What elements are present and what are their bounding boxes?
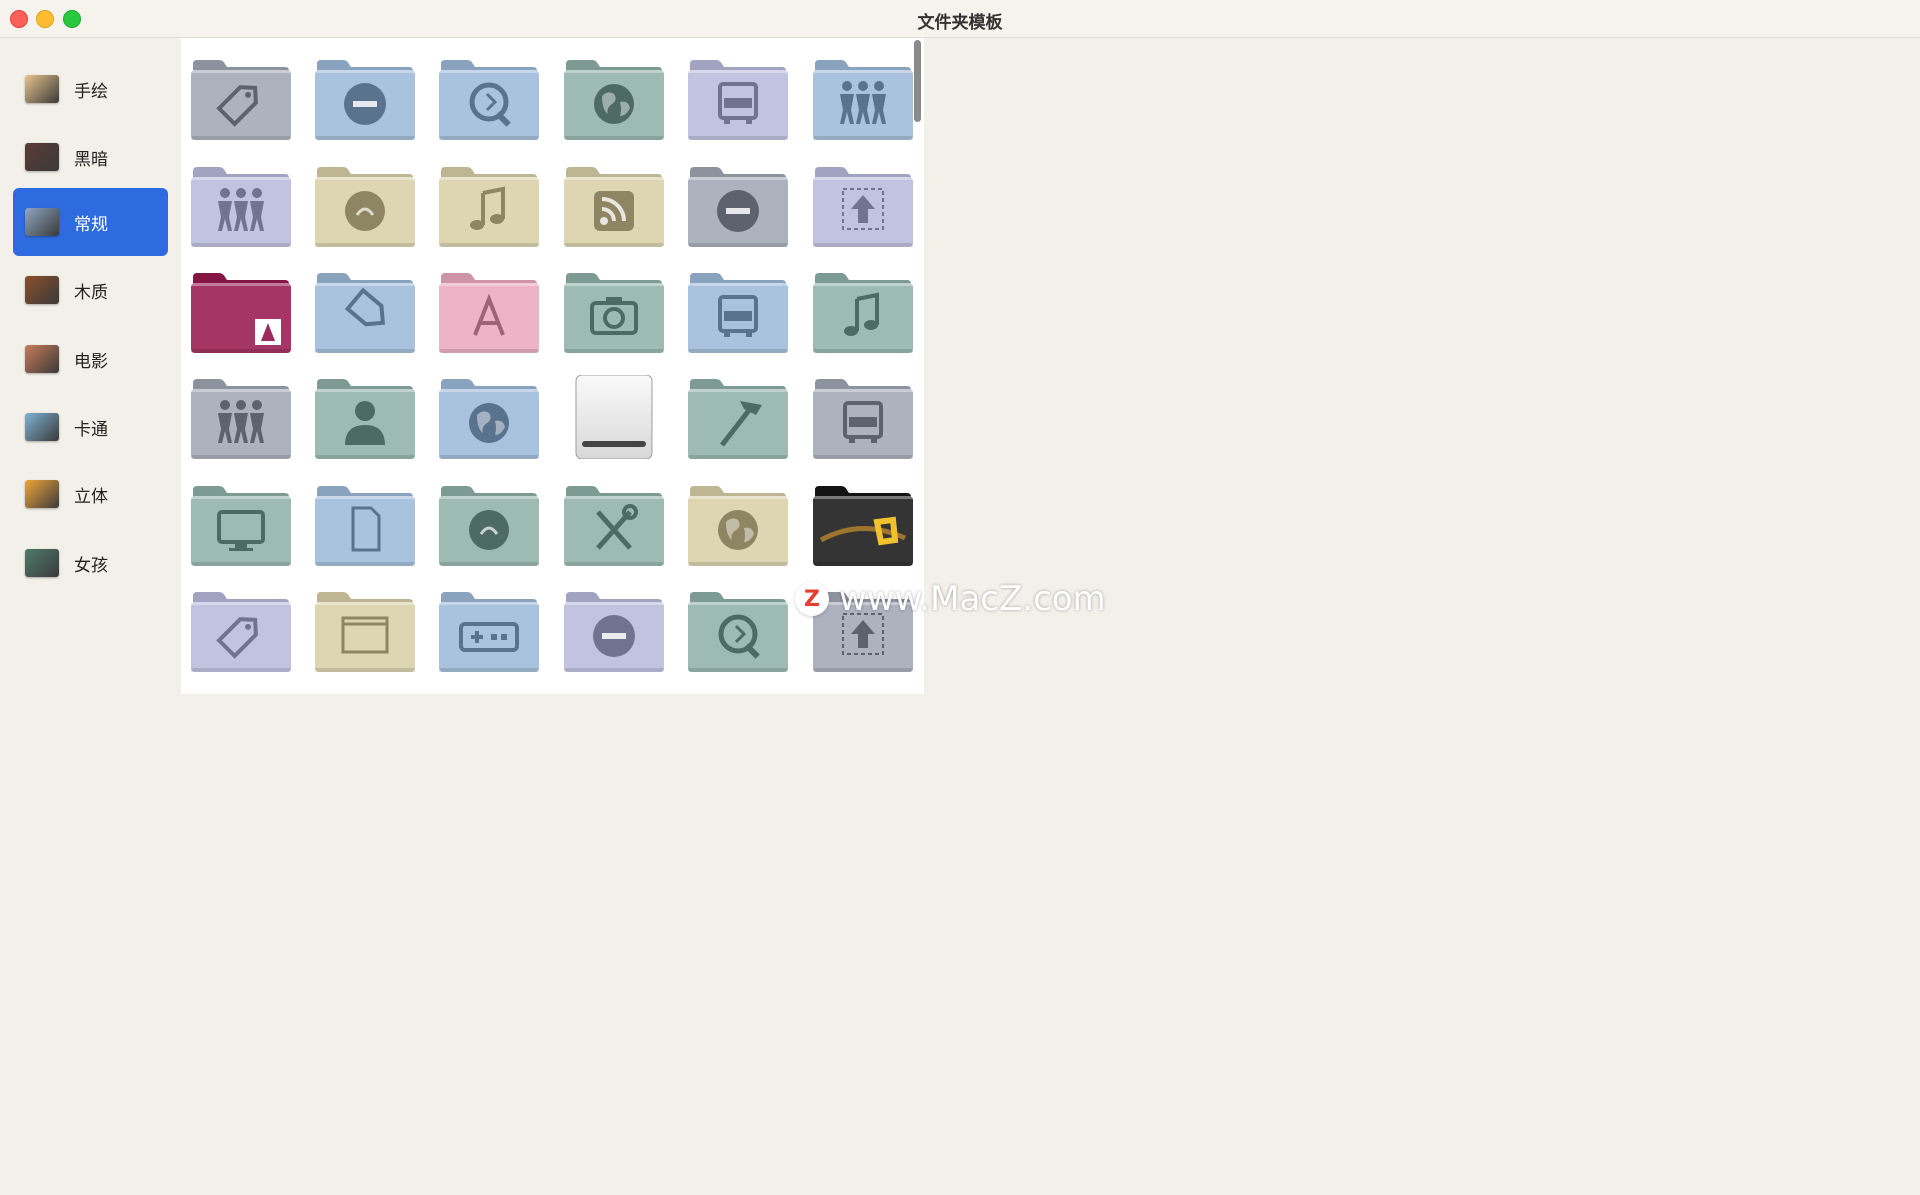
appstore-folder-icon[interactable]	[437, 269, 541, 353]
sidebar-item-label: 手绘	[74, 81, 108, 102]
window-title: 文件夹模板	[917, 13, 1003, 33]
yinyang-folder-icon[interactable]	[313, 163, 417, 247]
sidebar-item-1[interactable]: 手绘	[13, 55, 168, 123]
quicktime-folder-icon[interactable]	[437, 56, 541, 140]
music-folder-icon[interactable]	[811, 269, 915, 353]
bookmark-folder-icon[interactable]	[313, 269, 417, 353]
gamepad-folder-icon[interactable]	[437, 588, 541, 672]
tag-folder-icon[interactable]	[189, 588, 293, 672]
sidebar-item-2[interactable]: 黑暗	[13, 123, 168, 191]
truck-folder-icon[interactable]	[686, 269, 790, 353]
office-folder-icon[interactable]	[811, 482, 915, 566]
yinyang-folder-icon[interactable]	[437, 482, 541, 566]
camera-folder-icon[interactable]	[562, 269, 666, 353]
upload-folder-icon[interactable]	[811, 163, 915, 247]
adobe-folder-icon[interactable]	[189, 269, 293, 353]
sidebar-item-4[interactable]: 木质	[13, 256, 168, 324]
rss-folder-icon[interactable]	[562, 163, 666, 247]
truck-folder-icon[interactable]	[811, 375, 915, 459]
movie-folder-icon	[25, 345, 59, 373]
people-folder-icon[interactable]	[189, 375, 293, 459]
title-bar: 文件夹模板	[0, 0, 1920, 38]
drive-folder-icon[interactable]	[562, 375, 666, 459]
girl-folder-icon	[25, 549, 59, 577]
hand-drawn-folder-icon	[25, 75, 59, 103]
truck-folder-icon[interactable]	[686, 56, 790, 140]
user-folder-icon[interactable]	[313, 375, 417, 459]
minus-folder-icon[interactable]	[313, 56, 417, 140]
monitor-folder-icon[interactable]	[189, 482, 293, 566]
globe-folder-icon[interactable]	[562, 56, 666, 140]
sidebar-item-label: 木质	[74, 282, 108, 303]
sidebar-item-5[interactable]: 电影	[13, 325, 168, 393]
globe-folder-icon[interactable]	[437, 375, 541, 459]
document-folder-icon[interactable]	[313, 482, 417, 566]
sidebar-item-8[interactable]: 女孩	[13, 529, 168, 597]
watermark: Z www.MacZ.com	[795, 578, 1106, 620]
sidebar-item-3[interactable]: 常规	[13, 188, 168, 256]
sidebar-item-label: 常规	[74, 214, 108, 235]
sidebar-item-6[interactable]: 卡通	[13, 393, 168, 461]
3d-folder-icon	[25, 480, 59, 508]
globe-folder-icon[interactable]	[686, 482, 790, 566]
music-folder-icon[interactable]	[437, 163, 541, 247]
people-folder-icon[interactable]	[811, 56, 915, 140]
tag-folder-icon[interactable]	[189, 56, 293, 140]
quicktime-folder-icon[interactable]	[686, 588, 790, 672]
watermark-logo: Z	[795, 582, 829, 616]
sidebar-item-label: 女孩	[74, 555, 108, 576]
sidebar-item-label: 电影	[74, 351, 108, 372]
minus-folder-icon[interactable]	[562, 588, 666, 672]
regular-folder-icon	[25, 208, 59, 236]
sidebar-item-label: 黑暗	[74, 149, 108, 170]
sidebar-item-7[interactable]: 立体	[13, 460, 168, 528]
tools-folder-icon[interactable]	[562, 482, 666, 566]
window-folder-icon[interactable]	[313, 588, 417, 672]
dark-folder-icon	[25, 143, 59, 171]
cartoon-folder-icon	[25, 413, 59, 441]
grid-scrollbar[interactable]	[914, 40, 921, 122]
hammer-folder-icon[interactable]	[686, 375, 790, 459]
wood-folder-icon	[25, 276, 59, 304]
sidebar-item-label: 卡通	[74, 419, 108, 440]
people-folder-icon[interactable]	[189, 163, 293, 247]
watermark-text: www.MacZ.com	[839, 579, 1106, 619]
sidebar-item-label: 立体	[74, 486, 108, 507]
minus-folder-icon[interactable]	[686, 163, 790, 247]
